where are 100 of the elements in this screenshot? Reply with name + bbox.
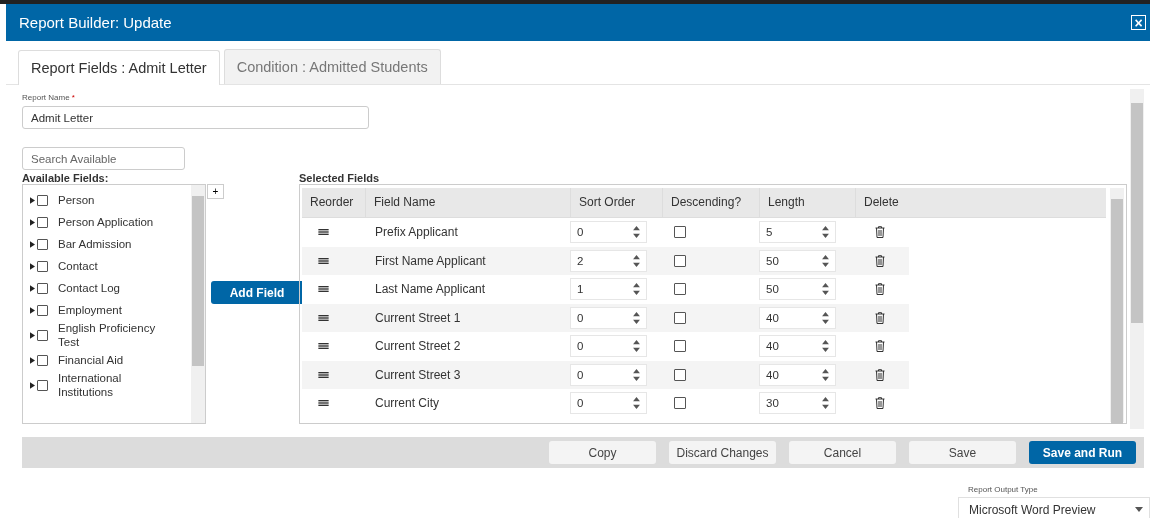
trash-icon[interactable] [875, 226, 885, 239]
scrollbar[interactable] [191, 185, 205, 423]
spinner-arrows-icon[interactable] [822, 397, 829, 410]
add-field-button[interactable]: Add Field [211, 281, 303, 304]
column-header: Reorder [309, 194, 355, 211]
field-group-label[interactable]: Person [58, 193, 158, 207]
sort-order-spinner[interactable]: 0 [570, 306, 647, 329]
trash-icon[interactable] [875, 368, 885, 381]
drag-handle-icon[interactable] [318, 371, 329, 378]
footer-button[interactable]: Save [909, 441, 1016, 464]
expand-arrow-icon[interactable] [30, 240, 35, 248]
checkbox[interactable] [674, 226, 686, 239]
output-type-dropdown[interactable]: Microsoft Word Preview [958, 497, 1150, 518]
checkbox[interactable] [674, 340, 686, 353]
field-group-label[interactable]: International Institutions [58, 371, 158, 399]
drag-handle-icon[interactable] [318, 229, 329, 236]
spinner-arrows-icon[interactable] [633, 340, 640, 353]
trash-icon[interactable] [875, 311, 885, 324]
spinner-arrows-icon[interactable] [822, 340, 829, 353]
add-button[interactable]: + [207, 184, 224, 199]
checkbox[interactable] [37, 354, 48, 366]
field-group-label[interactable]: Financial Aid [58, 353, 158, 367]
checkbox[interactable] [674, 368, 686, 381]
expand-arrow-icon[interactable] [30, 381, 35, 389]
column-header: Field Name [365, 188, 570, 217]
footer-button[interactable]: Discard Changes [669, 441, 776, 464]
tab[interactable]: Report Fields : Admit Letter [18, 50, 220, 85]
available-fields-label: Available Fields: [22, 173, 110, 184]
expand-arrow-icon[interactable] [30, 306, 35, 314]
checkbox[interactable] [37, 329, 48, 341]
spinner-arrows-icon[interactable] [633, 311, 640, 324]
drag-handle-icon[interactable] [318, 314, 329, 321]
scrollbar[interactable] [1110, 188, 1124, 422]
field-group-label[interactable]: Contact Log [58, 281, 158, 295]
sort-order-spinner[interactable]: 0 [570, 335, 647, 358]
checkbox[interactable] [37, 216, 48, 228]
column-header: Sort Order [570, 188, 662, 217]
spinner-arrows-icon[interactable] [633, 368, 640, 381]
checkbox[interactable] [37, 304, 48, 316]
checkbox[interactable] [674, 283, 686, 296]
length-spinner[interactable]: 50 [759, 278, 836, 301]
checkbox[interactable] [37, 282, 48, 294]
expand-arrow-icon[interactable] [30, 356, 35, 364]
expand-arrow-icon[interactable] [30, 196, 35, 204]
footer-button[interactable]: Save and Run [1029, 441, 1136, 464]
trash-icon[interactable] [875, 340, 885, 353]
checkbox[interactable] [37, 260, 48, 272]
spinner-arrows-icon[interactable] [633, 283, 640, 296]
expand-arrow-icon[interactable] [30, 218, 35, 226]
expand-arrow-icon[interactable] [30, 331, 35, 339]
expand-arrow-icon[interactable] [30, 262, 35, 270]
sort-order-spinner[interactable]: 1 [570, 278, 647, 301]
length-spinner[interactable]: 50 [759, 249, 836, 272]
trash-icon[interactable] [875, 254, 885, 267]
checkbox[interactable] [37, 379, 48, 391]
drag-handle-icon[interactable] [318, 343, 329, 350]
drag-handle-icon[interactable] [318, 286, 329, 293]
expand-arrow-icon[interactable] [30, 284, 35, 292]
table-cell-text: Prefix Applicant [374, 225, 459, 240]
field-group-label[interactable]: English Proficiency Test [58, 321, 158, 349]
checkbox[interactable] [674, 254, 686, 267]
checkbox[interactable] [37, 194, 48, 206]
length-spinner[interactable]: 40 [759, 306, 836, 329]
sort-order-spinner[interactable]: 2 [570, 249, 647, 272]
spinner-arrows-icon[interactable] [822, 283, 829, 296]
scrollbar[interactable] [1130, 89, 1144, 429]
footer-button[interactable]: Cancel [789, 441, 896, 464]
search-field[interactable]: Search Available [22, 147, 185, 170]
length-spinner[interactable]: 5 [759, 221, 836, 244]
sort-order-spinner[interactable]: 0 [570, 363, 647, 386]
field-group-label[interactable]: Bar Admission [58, 237, 158, 251]
checkbox[interactable] [37, 238, 48, 250]
sort-order-spinner[interactable]: 0 [570, 392, 647, 415]
checkbox[interactable] [674, 397, 686, 410]
spinner-arrows-icon[interactable] [822, 311, 829, 324]
trash-icon[interactable] [875, 397, 885, 410]
report-name-field[interactable]: Admit Letter [22, 106, 369, 129]
spinner-arrows-icon[interactable] [633, 254, 640, 267]
drag-handle-icon[interactable] [318, 400, 329, 407]
sort-order-spinner[interactable]: 0 [570, 221, 647, 244]
window-title: Report Builder: Update [19, 14, 172, 31]
length-spinner[interactable]: 40 [759, 335, 836, 358]
footer-button[interactable]: Copy [549, 441, 656, 464]
tab[interactable]: Condition : Admitted Students [223, 49, 441, 84]
spinner-arrows-icon[interactable] [822, 254, 829, 267]
spinner-arrows-icon[interactable] [633, 226, 640, 239]
field-group-label[interactable]: Employment [58, 303, 158, 317]
length-spinner[interactable]: 40 [759, 363, 836, 386]
table-cell-text: Current Street 1 [374, 310, 462, 325]
length-spinner[interactable]: 30 [759, 392, 836, 415]
selected-fields-label: Selected Fields [299, 173, 381, 184]
spinner-arrows-icon[interactable] [822, 226, 829, 239]
checkbox[interactable] [674, 311, 686, 324]
field-group-label[interactable]: Person Application [58, 215, 158, 229]
drag-handle-icon[interactable] [318, 257, 329, 264]
spinner-arrows-icon[interactable] [633, 397, 640, 410]
close-button[interactable]: × [1131, 15, 1146, 30]
spinner-arrows-icon[interactable] [822, 368, 829, 381]
trash-icon[interactable] [875, 283, 885, 296]
field-group-label[interactable]: Contact [58, 259, 158, 273]
